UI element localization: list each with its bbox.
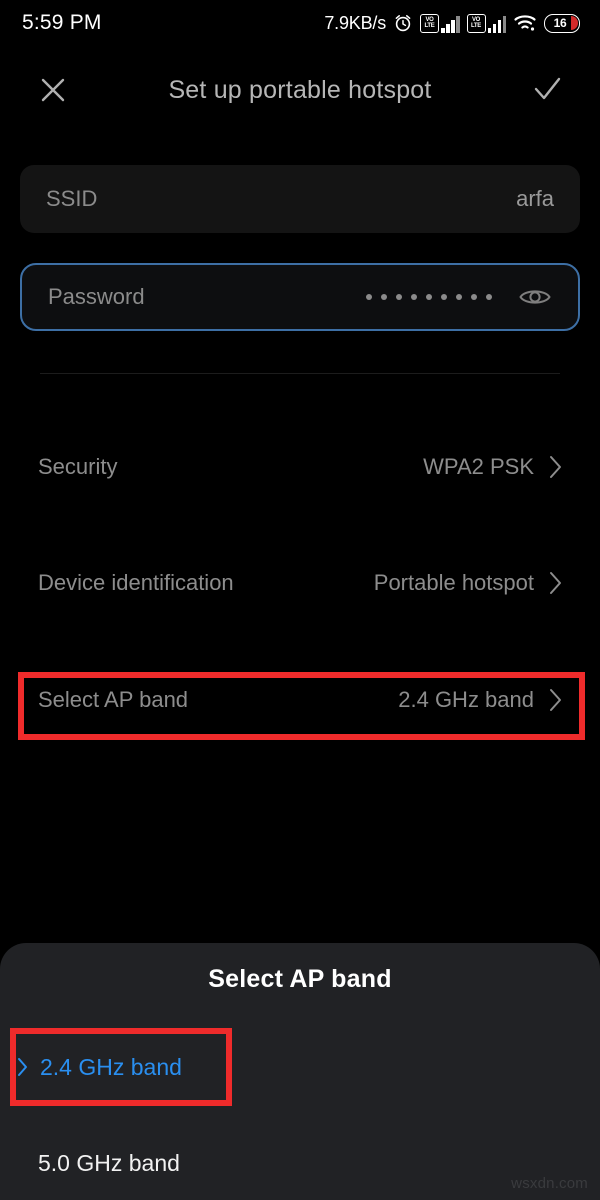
section-divider — [40, 373, 560, 374]
settings-row-label: Device identification — [38, 570, 234, 595]
settings-row-value: WPA2 PSK — [423, 454, 534, 479]
settings-row-label: Security — [38, 454, 118, 479]
chevron-right-icon — [18, 1058, 27, 1076]
option-2.4-ghz-band[interactable]: 2.4 GHz band — [0, 1035, 600, 1099]
status-time: 5:59 PM — [22, 11, 102, 34]
ssid-value: arfa — [516, 186, 554, 211]
settings-row-device-identification[interactable]: Device identification Portable hotspot — [0, 550, 600, 616]
chevron-right-icon — [550, 689, 561, 711]
battery-fill — [570, 16, 578, 30]
ssid-field[interactable]: SSID arfa — [20, 165, 580, 233]
settings-row-security[interactable]: Security WPA2 PSK — [0, 434, 600, 500]
status-bar: 5:59 PM 7.9KB/s VO LTE VO LTE 16 — [0, 0, 600, 46]
page-title: Set up portable hotspot — [168, 75, 432, 104]
close-button[interactable] — [30, 67, 76, 113]
settings-row-select-ap-band[interactable]: Select AP band 2.4 GHz band — [0, 667, 600, 733]
network-speed-text: 7.9KB/s — [324, 12, 386, 33]
chevron-right-icon — [550, 572, 561, 594]
settings-row-value: 2.4 GHz band — [398, 687, 534, 712]
battery-level-text: 16 — [553, 16, 567, 30]
check-icon — [534, 77, 561, 100]
signal-bars-sim1 — [441, 15, 460, 33]
password-label: Password — [48, 284, 145, 309]
ssid-label: SSID — [46, 186, 98, 211]
option-label: 2.4 GHz band — [40, 1053, 182, 1080]
app-bar: Set up portable hotspot — [0, 46, 600, 134]
battery-indicator: 16 — [544, 13, 580, 33]
confirm-button[interactable] — [524, 67, 570, 113]
volte-icon-sim1: VO LTE — [420, 13, 439, 33]
settings-row-value: Portable hotspot — [373, 570, 534, 595]
status-icons: 7.9KB/s VO LTE VO LTE 16 — [324, 13, 580, 34]
password-visibility-toggle[interactable] — [518, 280, 552, 314]
alarm-clock-icon — [395, 15, 411, 32]
volte-icon-sim2: VO LTE — [466, 13, 486, 33]
password-field[interactable]: Password — [20, 263, 580, 331]
eye-icon — [519, 290, 551, 304]
sheet-title: Select AP band — [208, 965, 392, 993]
sim2-signal-group: VO LTE — [466, 13, 506, 33]
signal-bars-sim2 — [487, 15, 506, 33]
option-5.0-ghz-band[interactable]: 5.0 GHz band — [0, 1131, 600, 1195]
watermark: wsxdn.com — [511, 1175, 588, 1192]
chevron-right-icon — [550, 456, 561, 478]
select-ap-band-sheet: Select AP band 2.4 GHz band 5.0 GHz band… — [0, 943, 600, 1200]
settings-row-label: Select AP band — [38, 687, 189, 712]
sim1-signal-group: VO LTE — [420, 13, 460, 33]
option-label: 5.0 GHz band — [38, 1149, 180, 1176]
wifi-icon — [514, 15, 536, 31]
password-masked-value — [366, 294, 492, 300]
close-icon — [41, 78, 65, 102]
phone-screen: 5:59 PM 7.9KB/s VO LTE VO LTE 16 Set up … — [0, 0, 600, 1200]
